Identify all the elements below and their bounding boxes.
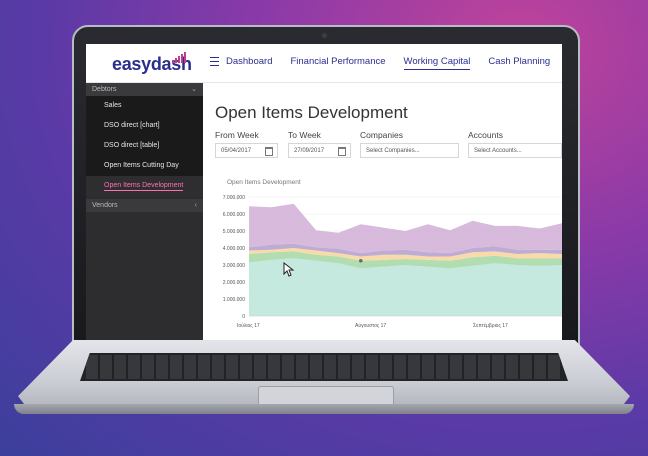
logo-bars-icon (172, 52, 186, 63)
sidebar-section-debtors[interactable]: Debtors ⌄ (86, 83, 203, 96)
calendar-icon[interactable] (338, 147, 346, 156)
debtors-label: Debtors (92, 86, 117, 93)
to-week-value: 27/09/2017 (294, 148, 325, 154)
page-title: Open Items Development (215, 103, 408, 122)
sidebar-item-sales[interactable]: Sales (86, 96, 203, 116)
main-content: Open Items Development From Week 05/04/2… (203, 83, 562, 340)
chart-title: Open Items Development (227, 179, 301, 186)
accounts-select[interactable]: Select Accounts... (468, 143, 562, 158)
sidebar-item-dso-table[interactable]: DSO direct [table] (86, 136, 203, 156)
nav-dashboard[interactable]: Dashboard (226, 56, 272, 70)
x-tick-label: Αύγουστος 17 (355, 322, 386, 329)
calendar-icon[interactable] (265, 147, 273, 156)
sidebar-item-label: Sales (104, 102, 122, 109)
vendors-label: Vendors (92, 202, 118, 209)
main-nav: Dashboard Financial Performance Working … (226, 56, 550, 70)
x-tick-label: Ιούλιος 17 (237, 322, 260, 329)
y-tick-label: 0 (242, 314, 245, 320)
sidebar-section-vendors[interactable]: Vendors ‹ (86, 199, 203, 212)
chevron-down-icon: ⌄ (191, 86, 197, 93)
to-week-input[interactable]: 27/09/2017 (288, 143, 351, 158)
companies-select[interactable]: Select Companies... (360, 143, 459, 158)
chevron-left-icon: ‹ (194, 202, 197, 209)
area-series-0[interactable] (249, 258, 562, 316)
hamburger-menu-icon[interactable] (210, 57, 219, 66)
nav-cash-planning[interactable]: Cash Planning (488, 56, 550, 70)
keyboard (80, 353, 568, 381)
companies-placeholder: Select Companies... (366, 148, 420, 154)
y-tick-label: 5.000.000 (223, 229, 245, 235)
sidebar-item-label: Open Items Development (104, 182, 184, 191)
app-screen: easydash Dashboard Financial Performance… (86, 44, 562, 340)
sidebar-item-label: DSO direct [table] (104, 142, 160, 149)
mouse-cursor-icon (283, 262, 295, 277)
sidebar-item-label: DSO direct [chart] (104, 122, 160, 129)
y-tick-label: 2.000.000 (223, 280, 245, 286)
sidebar-item-label: Open Items Cutting Day (104, 162, 179, 169)
y-tick-label: 3.000.000 (223, 263, 245, 269)
y-tick-label: 4.000.000 (223, 246, 245, 252)
companies-label: Companies (360, 130, 403, 140)
y-tick-label: 1.000.000 (223, 297, 245, 303)
x-tick-label: Σεπτέμβριος 17 (473, 322, 508, 329)
from-week-label: From Week (215, 130, 259, 140)
to-week-label: To Week (288, 130, 321, 140)
nav-financial-performance[interactable]: Financial Performance (290, 56, 385, 70)
sidebar-item-open-items-development[interactable]: Open Items Development (86, 176, 203, 196)
top-navigation-bar: easydash Dashboard Financial Performance… (86, 44, 562, 83)
sidebar-item-open-items-cutting-day[interactable]: Open Items Cutting Day (86, 156, 203, 176)
accounts-label: Accounts (468, 130, 503, 140)
hover-point[interactable] (358, 258, 363, 263)
open-items-area-chart[interactable]: 7.000.000 6.000.000 5.000.000 4.000.000 3.00… (203, 191, 562, 340)
webcam (322, 33, 327, 38)
from-week-input[interactable]: 05/04/2017 (215, 143, 278, 158)
y-tick-label: 6.000.000 (223, 212, 245, 218)
y-tick-label: 7.000.000 (223, 195, 245, 201)
accounts-placeholder: Select Accounts... (474, 148, 522, 154)
debtors-submenu: Sales DSO direct [chart] DSO direct [tab… (86, 96, 203, 196)
sidebar-item-dso-chart[interactable]: DSO direct [chart] (86, 116, 203, 136)
laptop-base-edge (14, 404, 634, 414)
from-week-value: 05/04/2017 (221, 148, 252, 154)
nav-working-capital[interactable]: Working Capital (403, 56, 471, 70)
logo-easy: easy (112, 54, 151, 74)
sidebar: Debtors ⌄ Sales DSO direct [chart] DSO d… (86, 83, 203, 340)
